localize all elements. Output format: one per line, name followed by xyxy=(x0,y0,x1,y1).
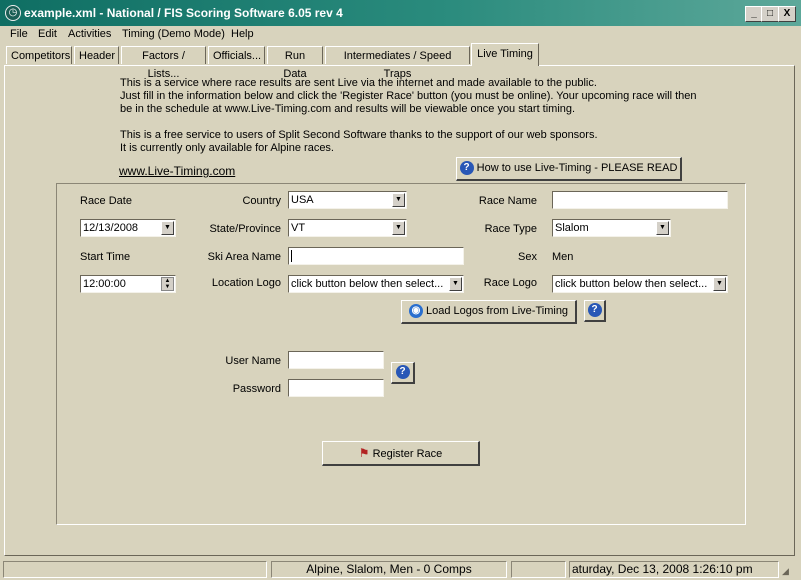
menu-help[interactable]: Help xyxy=(231,28,254,40)
info-text-line-5: It is currently only available for Alpin… xyxy=(120,142,334,154)
how-to-use-button[interactable]: ? How to use Live-Timing - PLEASE READ xyxy=(456,157,682,181)
user-name-label: User Name xyxy=(225,355,281,367)
tab-factors-lists[interactable]: Factors / Lists... xyxy=(121,46,206,80)
tab-run-data[interactable]: Run Data xyxy=(267,46,323,80)
tab-header[interactable]: Header xyxy=(74,46,119,64)
chevron-down-icon[interactable]: ▼ xyxy=(713,277,726,291)
sex-label: Sex xyxy=(518,251,537,263)
register-race-label: Register Race xyxy=(372,448,443,460)
race-date-label: Race Date xyxy=(80,195,132,207)
tab-live-timing[interactable]: Live Timing xyxy=(471,43,539,66)
sex-value: Men xyxy=(552,251,574,263)
load-logos-label: Load Logos from Live-Timing xyxy=(426,305,569,317)
start-time-label: Start Time xyxy=(80,251,131,263)
close-button[interactable]: X xyxy=(778,6,796,22)
status-cell-empty-1 xyxy=(3,561,267,578)
state-province-value: VT xyxy=(291,222,306,234)
status-datetime: aturday, Dec 13, 2008 1:26:10 pm xyxy=(569,561,779,578)
help-icon: ? xyxy=(459,161,474,176)
help-icon: ? xyxy=(395,365,410,380)
race-name-label: Race Name xyxy=(478,195,537,207)
menu-activities[interactable]: Activities xyxy=(68,28,111,40)
tab-officials[interactable]: Officials... xyxy=(208,46,265,64)
globe-icon: ◉ xyxy=(408,304,423,319)
info-text-line-2: Just fill in the information below and c… xyxy=(120,90,697,102)
race-type-select[interactable]: Slalom ▼ xyxy=(552,219,671,237)
register-race-icon: ⚑ xyxy=(358,446,370,460)
start-time-value: 12:00:00 xyxy=(83,278,126,290)
password-label: Password xyxy=(232,383,281,395)
chevron-down-icon[interactable]: ▼ xyxy=(656,221,669,235)
start-time-spinner[interactable]: 12:00:00 ▲ ▼ xyxy=(80,275,176,293)
country-value: USA xyxy=(291,194,314,206)
status-cell-empty-2 xyxy=(511,561,566,578)
info-text-line-3: be in the schedule at www.Live-Timing.co… xyxy=(120,103,576,115)
race-date-value: 12/13/2008 xyxy=(83,222,139,234)
race-date-picker[interactable]: 12/13/2008 ▼ xyxy=(80,219,176,237)
chevron-down-icon[interactable]: ▼ xyxy=(161,221,174,235)
race-logo-label: Race Logo xyxy=(483,277,537,289)
tab-competitors[interactable]: Competitors xyxy=(6,46,72,64)
spinner-arrows-icon[interactable]: ▲ ▼ xyxy=(161,277,174,291)
help-icon: ? xyxy=(587,303,602,318)
app-clock-icon[interactable]: ◷ xyxy=(5,5,21,21)
status-race-summary: Alpine, Slalom, Men - 0 Comps xyxy=(271,561,507,578)
text-cursor xyxy=(291,250,292,262)
country-select[interactable]: USA ▼ xyxy=(288,191,407,209)
load-logos-button[interactable]: ◉ Load Logos from Live-Timing xyxy=(401,300,577,324)
register-race-button[interactable]: ⚑ Register Race xyxy=(322,441,480,466)
chevron-down-icon[interactable]: ▼ xyxy=(392,193,405,207)
chevron-down-icon[interactable]: ▼ xyxy=(392,221,405,235)
info-text-line-4: This is a free service to users of Split… xyxy=(120,129,598,141)
race-logo-select[interactable]: click button below then select... ▼ xyxy=(552,275,728,293)
how-to-use-label: How to use Live-Timing - PLEASE READ xyxy=(476,162,678,174)
user-name-input[interactable] xyxy=(288,351,384,369)
ski-area-name-input[interactable] xyxy=(288,247,464,265)
menu-edit[interactable]: Edit xyxy=(38,28,57,40)
race-name-input[interactable] xyxy=(552,191,728,209)
race-type-value: Slalom xyxy=(555,222,589,234)
location-logo-label: Location Logo xyxy=(211,277,281,289)
ski-area-name-label: Ski Area Name xyxy=(207,251,281,263)
credentials-help-button[interactable]: ? xyxy=(391,362,415,384)
state-province-select[interactable]: VT ▼ xyxy=(288,219,407,237)
location-logo-select[interactable]: click button below then select... ▼ xyxy=(288,275,464,293)
window-title: example.xml - National / FIS Scoring Sof… xyxy=(24,6,343,20)
race-type-label: Race Type xyxy=(484,223,537,235)
menu-file[interactable]: File xyxy=(10,28,28,40)
tab-intermediates-speed-traps[interactable]: Intermediates / Speed Traps xyxy=(325,46,470,80)
load-logos-help-button[interactable]: ? xyxy=(584,300,606,322)
race-logo-value: click button below then select... xyxy=(555,278,708,290)
live-timing-link[interactable]: www.Live-Timing.com xyxy=(119,164,235,178)
country-label: Country xyxy=(242,195,281,207)
info-text-line-1: This is a service where race results are… xyxy=(120,77,597,89)
size-grip-icon[interactable]: ◢ xyxy=(782,564,796,578)
state-province-label: State/Province xyxy=(209,223,281,235)
password-input[interactable] xyxy=(288,379,384,397)
maximize-button[interactable]: □ xyxy=(761,6,779,22)
menu-bar xyxy=(0,26,801,44)
menu-timing[interactable]: Timing (Demo Mode) xyxy=(122,28,225,40)
location-logo-value: click button below then select... xyxy=(291,278,444,290)
